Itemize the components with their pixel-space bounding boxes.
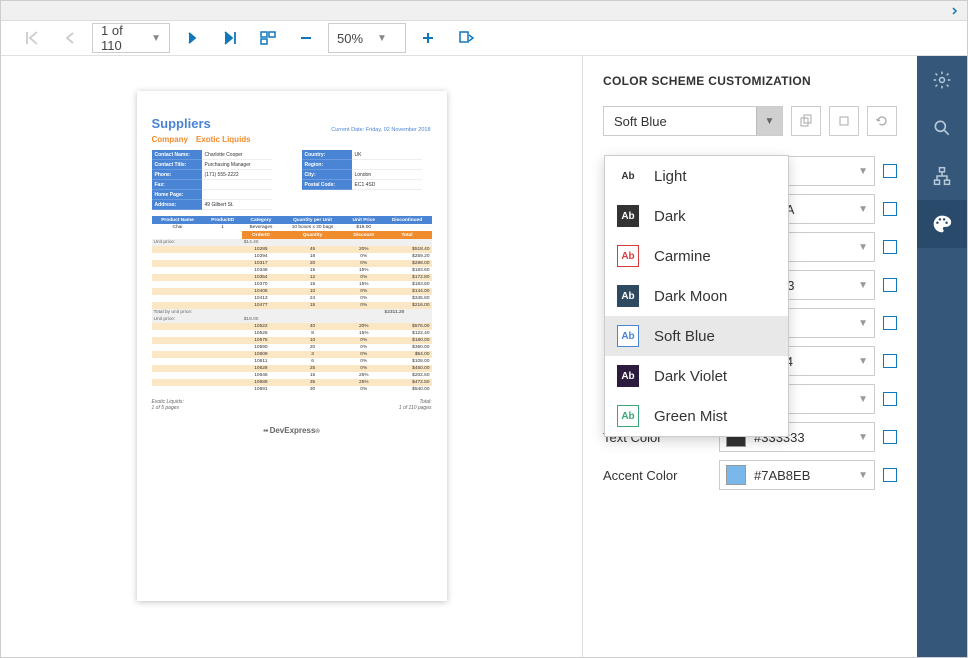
scheme-swatch-icon: Ab xyxy=(617,285,639,307)
scheme-option-label: Soft Blue xyxy=(654,328,715,345)
vertical-tabs xyxy=(917,56,967,657)
scheme-select[interactable]: Soft Blue ▼ AbLightAbDarkAbCarmineAbDark… xyxy=(603,106,783,136)
highlight-button[interactable] xyxy=(450,22,482,54)
footer-left-pages: 1 of 5 pages xyxy=(152,405,184,411)
panel-title: COLOR SCHEME CUSTOMIZATION xyxy=(603,74,897,88)
page-indicator-combo[interactable]: 1 of 110 ▼ xyxy=(92,23,170,53)
accent-color-picker[interactable]: #7AB8EB ▼ xyxy=(719,460,875,490)
footer-right-pages: 1 of 110 pages xyxy=(399,405,432,411)
scheme-option-label: Light xyxy=(654,168,687,185)
accent-color-row: Accent Color #7AB8EB ▼ xyxy=(603,460,897,490)
report-table: Product NameProductIDCategoryQuantity pe… xyxy=(152,216,432,393)
color-scheme-panel: COLOR SCHEME CUSTOMIZATION Soft Blue ▼ A… xyxy=(582,56,917,657)
toolbar: 1 of 110 ▼ 50% ▼ xyxy=(1,21,967,56)
prev-page-button[interactable] xyxy=(54,22,86,54)
accent-color-label: Accent Color xyxy=(603,468,711,483)
scheme-option[interactable]: Ab Carmine xyxy=(605,236,788,276)
chevron-down-icon: ▼ xyxy=(858,242,868,253)
zoom-combo[interactable]: 50% ▼ xyxy=(328,23,406,53)
tab-search[interactable] xyxy=(917,104,967,152)
zoom-in-button[interactable] xyxy=(412,22,444,54)
company-name: Exotic Liquids xyxy=(196,135,251,144)
scheme-swatch-icon: Ab xyxy=(617,405,639,427)
zoom-out-button[interactable] xyxy=(290,22,322,54)
scheme-option-label: Dark xyxy=(654,208,686,225)
tab-tree[interactable] xyxy=(917,152,967,200)
palette-checkbox[interactable] xyxy=(883,316,897,330)
scheme-option[interactable]: Ab Dark Moon xyxy=(605,276,788,316)
scheme-option[interactable]: Ab Dark Violet xyxy=(605,356,788,396)
scheme-swatch-icon: Ab xyxy=(617,365,639,387)
location-info: Country:UKRegion:City:LondonPostal Code:… xyxy=(302,150,422,210)
chevron-down-icon: ▼ xyxy=(858,204,868,215)
scheme-swatch-icon: Ab xyxy=(617,165,639,187)
brand-logo: ▪▪ DevExpress® xyxy=(152,426,432,435)
chevron-down-icon: ▼ xyxy=(377,33,387,44)
document-viewer: Suppliers Current Date: Friday, 02 Novem… xyxy=(1,56,582,657)
chevron-down-icon: ▼ xyxy=(858,356,868,367)
text-color-checkbox[interactable] xyxy=(883,430,897,444)
chevron-down-icon: ▼ xyxy=(858,280,868,291)
scheme-dropdown: Ab Light Ab Dark Ab Carmine Ab Dark Moon Ab Soft … xyxy=(604,155,789,437)
zoom-text: 50% xyxy=(337,31,363,46)
collapse-bar[interactable] xyxy=(1,1,967,21)
chevron-down-icon: ▼ xyxy=(858,394,868,405)
scheme-option-label: Dark Moon xyxy=(654,288,727,305)
report-date: Current Date: Friday, 02 November 2018 xyxy=(331,127,430,133)
chevron-down-icon: ▼ xyxy=(858,470,868,481)
chevron-down-icon: ▼ xyxy=(858,318,868,329)
page-indicator-text: 1 of 110 xyxy=(101,23,137,53)
scheme-option[interactable]: Ab Light xyxy=(605,156,788,196)
reset-scheme-button[interactable] xyxy=(867,106,897,136)
last-page-button[interactable] xyxy=(214,22,246,54)
palette-checkbox[interactable] xyxy=(883,354,897,368)
tab-palette[interactable] xyxy=(917,200,967,248)
accent-color-swatch xyxy=(726,465,746,485)
tab-settings[interactable] xyxy=(917,56,967,104)
scheme-swatch-icon: Ab xyxy=(617,325,639,347)
scheme-option-label: Dark Violet xyxy=(654,368,727,385)
chevron-down-icon: ▼ xyxy=(858,432,868,443)
palette-checkbox[interactable] xyxy=(883,164,897,178)
chevron-down-icon: ▼ xyxy=(151,33,161,44)
duplicate-scheme-button[interactable] xyxy=(829,106,859,136)
next-page-button[interactable] xyxy=(176,22,208,54)
first-page-button[interactable] xyxy=(16,22,48,54)
multipage-button[interactable] xyxy=(252,22,284,54)
palette-checkbox[interactable] xyxy=(883,278,897,292)
accent-color-checkbox[interactable] xyxy=(883,468,897,482)
palette-checkbox[interactable] xyxy=(883,392,897,406)
company-label: Company xyxy=(152,135,188,144)
accent-color-value: #7AB8EB xyxy=(754,468,810,483)
scheme-option-label: Green Mist xyxy=(654,408,727,425)
palette-checkbox[interactable] xyxy=(883,240,897,254)
contact-info: Contact Name:Charlotte CooperContact Tit… xyxy=(152,150,272,210)
report-page: Suppliers Current Date: Friday, 02 Novem… xyxy=(137,91,447,601)
chevron-down-icon: ▼ xyxy=(858,166,868,177)
palette-checkbox[interactable] xyxy=(883,202,897,216)
scheme-swatch-icon: Ab xyxy=(617,205,639,227)
copy-scheme-button[interactable] xyxy=(791,106,821,136)
scheme-swatch-icon: Ab xyxy=(617,245,639,267)
scheme-option[interactable]: Ab Dark xyxy=(605,196,788,236)
scheme-selected-text: Soft Blue xyxy=(614,114,667,129)
scheme-option-label: Carmine xyxy=(654,248,711,265)
scheme-option[interactable]: Ab Soft Blue xyxy=(605,316,788,356)
scheme-option[interactable]: Ab Green Mist xyxy=(605,396,788,436)
dropdown-toggle-icon: ▼ xyxy=(756,107,782,135)
